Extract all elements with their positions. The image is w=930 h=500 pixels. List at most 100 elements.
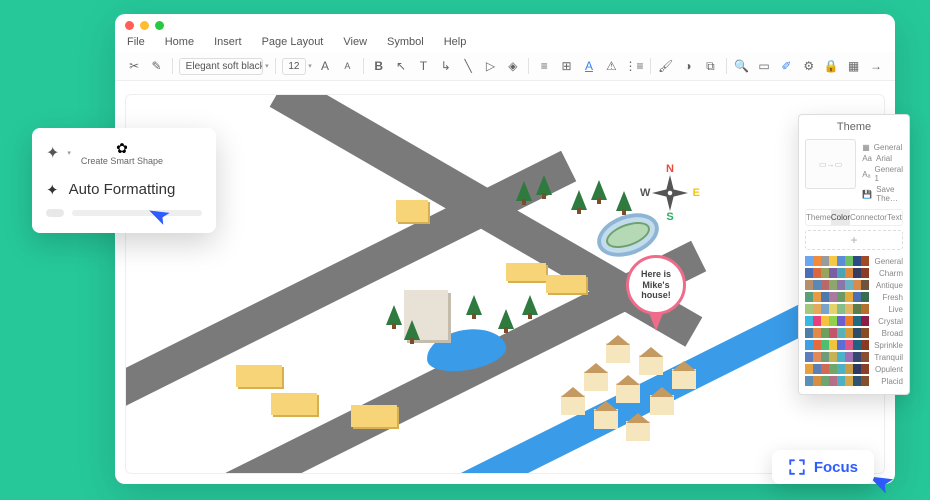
color-swatch[interactable] [813, 316, 821, 326]
tab-connector[interactable]: Connector [850, 210, 887, 225]
menu-home[interactable]: Home [165, 36, 194, 48]
color-swatch[interactable] [813, 352, 821, 362]
color-swatch[interactable] [853, 364, 861, 374]
color-swatch[interactable] [829, 364, 837, 374]
color-swatch[interactable] [853, 256, 861, 266]
decrease-font-icon[interactable]: A [338, 56, 356, 76]
color-swatch[interactable] [805, 292, 813, 302]
search-icon[interactable]: 🔍 [733, 56, 751, 76]
color-swatch[interactable] [845, 268, 853, 278]
font-family-select[interactable]: Elegant soft black [179, 58, 263, 75]
close-window-button[interactable] [125, 21, 134, 30]
color-swatch[interactable] [861, 304, 869, 314]
focus-button[interactable]: Focus [772, 450, 874, 484]
color-swatch[interactable] [805, 352, 813, 362]
color-swatch[interactable] [837, 316, 845, 326]
color-swatch[interactable] [861, 364, 869, 374]
color-swatch[interactable] [861, 256, 869, 266]
color-swatch[interactable] [845, 280, 853, 290]
text-tool-icon[interactable]: T [414, 56, 432, 76]
color-swatch[interactable] [821, 364, 829, 374]
color-swatch[interactable] [837, 364, 845, 374]
color-theme-row[interactable]: Broad [805, 328, 903, 338]
color-theme-row[interactable]: Placid [805, 376, 903, 386]
color-swatch[interactable] [853, 328, 861, 338]
color-swatch[interactable] [805, 280, 813, 290]
page-icon[interactable]: ▭ [755, 56, 773, 76]
color-swatch[interactable] [861, 280, 869, 290]
color-swatch[interactable] [861, 376, 869, 386]
color-swatch[interactable] [813, 256, 821, 266]
color-swatch[interactable] [829, 268, 837, 278]
color-swatch[interactable] [837, 376, 845, 386]
color-swatch[interactable] [813, 268, 821, 278]
distribute-icon[interactable]: ⊞ [557, 56, 575, 76]
theme-preview[interactable]: ▭→▭ [805, 139, 856, 189]
color-swatch[interactable] [805, 268, 813, 278]
color-swatch[interactable] [837, 328, 845, 338]
color-swatch[interactable] [837, 256, 845, 266]
color-swatch[interactable] [853, 268, 861, 278]
color-swatch[interactable] [853, 340, 861, 350]
color-swatch[interactable] [845, 376, 853, 386]
format-painter-icon[interactable]: ✎ [147, 56, 165, 76]
color-swatch[interactable] [845, 328, 853, 338]
callout-pin[interactable]: Here is Mike's house! [626, 255, 686, 331]
color-swatch[interactable] [805, 328, 813, 338]
color-swatch[interactable] [829, 292, 837, 302]
arrow-right-icon[interactable]: → [867, 56, 885, 76]
color-theme-row[interactable]: Antique [805, 280, 903, 290]
bold-icon[interactable]: B [369, 56, 387, 76]
color-swatch[interactable] [829, 352, 837, 362]
color-swatch[interactable] [853, 376, 861, 386]
create-smart-shape-label[interactable]: Create Smart Shape [81, 157, 163, 167]
color-swatch[interactable] [821, 304, 829, 314]
color-swatch[interactable] [813, 328, 821, 338]
fill-icon[interactable]: 🖌 [656, 56, 674, 76]
menu-symbol[interactable]: Symbol [387, 36, 424, 48]
font-color-icon[interactable]: A [580, 56, 598, 76]
color-swatch[interactable] [821, 340, 829, 350]
slider-track[interactable] [72, 210, 202, 216]
color-swatch[interactable] [829, 280, 837, 290]
color-swatch[interactable] [853, 280, 861, 290]
color-swatch[interactable] [821, 376, 829, 386]
color-swatch[interactable] [813, 280, 821, 290]
lock-icon[interactable]: 🔒 [822, 56, 840, 76]
color-swatch[interactable] [861, 316, 869, 326]
color-swatch[interactable] [805, 364, 813, 374]
color-swatch[interactable] [813, 340, 821, 350]
color-swatch[interactable] [805, 256, 813, 266]
color-swatch[interactable] [829, 328, 837, 338]
color-swatch[interactable] [845, 304, 853, 314]
color-swatch[interactable] [853, 292, 861, 302]
tab-color[interactable]: Color [831, 210, 850, 225]
color-swatch[interactable] [821, 328, 829, 338]
pointer-icon[interactable]: ▷ [481, 56, 499, 76]
color-swatch[interactable] [821, 292, 829, 302]
chevron-down-icon[interactable]: ▾ [67, 149, 71, 157]
color-swatch[interactable] [845, 256, 853, 266]
color-swatch[interactable] [837, 280, 845, 290]
color-swatch[interactable] [853, 304, 861, 314]
color-theme-row[interactable]: Tranquil [805, 352, 903, 362]
color-swatch[interactable] [805, 340, 813, 350]
color-swatch[interactable] [821, 256, 829, 266]
color-swatch[interactable] [829, 316, 837, 326]
tab-text[interactable]: Text [887, 210, 902, 225]
color-swatch[interactable] [829, 256, 837, 266]
smart-shape-icon[interactable]: ✿ [81, 140, 163, 157]
align-icon[interactable]: ≡ [535, 56, 553, 76]
menu-view[interactable]: View [343, 36, 367, 48]
color-swatch[interactable] [861, 328, 869, 338]
color-swatch[interactable] [861, 268, 869, 278]
color-swatch[interactable] [845, 292, 853, 302]
color-swatch[interactable] [829, 340, 837, 350]
cursor-icon[interactable]: ↖ [392, 56, 410, 76]
color-swatch[interactable] [853, 316, 861, 326]
menu-help[interactable]: Help [444, 36, 467, 48]
color-swatch[interactable] [821, 352, 829, 362]
settings-icon[interactable]: ⚙ [800, 56, 818, 76]
color-theme-row[interactable]: Live [805, 304, 903, 314]
pen-icon[interactable]: ✐ [777, 56, 795, 76]
